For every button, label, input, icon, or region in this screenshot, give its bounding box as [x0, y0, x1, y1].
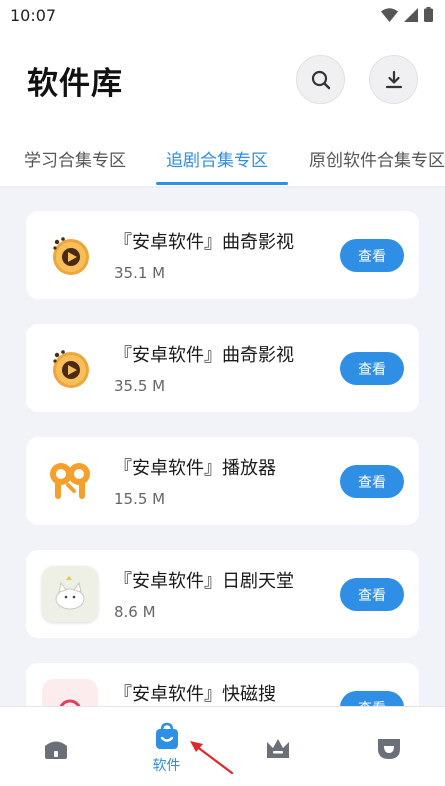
search-icon: [311, 70, 330, 89]
status-bar: 10:07: [0, 0, 445, 30]
app-list: 『安卓软件』曲奇影视 35.1 M 查看 『安卓软件』曲奇影视 35.5 M 查…: [0, 188, 445, 706]
app-title: 『安卓软件』曲奇影视: [114, 345, 294, 366]
tab-drama[interactable]: 追剧合集专区: [166, 146, 268, 171]
app-card[interactable]: 『安卓软件』曲奇影视 35.1 M 查看: [26, 211, 419, 299]
download-icon: [385, 70, 402, 88]
app-card[interactable]: 『安卓软件』日剧天堂 8.6 M 查看: [26, 550, 419, 638]
app-icon: [42, 227, 98, 283]
category-tabs: 学习合集专区 追剧合集专区 原创软件合集专区: [0, 130, 445, 188]
badge-icon: [377, 739, 400, 759]
view-button[interactable]: 查看: [340, 239, 404, 272]
app-title: 『安卓软件』日剧天堂: [114, 571, 294, 592]
app-icon: [42, 566, 98, 622]
nav-home[interactable]: [0, 707, 111, 786]
cookie-play-icon: [53, 237, 89, 275]
app-icon: [42, 340, 98, 396]
app-icon: [42, 679, 98, 706]
nav-profile[interactable]: [333, 707, 444, 786]
player-icon: [50, 463, 90, 499]
app-title: 『安卓软件』播放器: [114, 458, 276, 479]
app-title: 『安卓软件』快磁搜: [114, 684, 276, 705]
tab-study[interactable]: 学习合集专区: [24, 146, 126, 171]
tab-original[interactable]: 原创软件合集专区: [309, 146, 445, 171]
app-size: 35.5 M: [114, 377, 166, 395]
view-button[interactable]: 查看: [340, 578, 404, 611]
app-size: 35.1 M: [114, 264, 166, 282]
magnet-search-icon: [59, 699, 81, 706]
app-title: 『安卓软件』曲奇影视: [114, 232, 294, 253]
battery-icon: [424, 7, 433, 22]
annotation-arrow-icon: [190, 741, 234, 775]
status-time: 10:07: [10, 6, 57, 25]
active-tab-indicator: [156, 182, 288, 185]
crown-icon: [266, 739, 289, 758]
view-button[interactable]: 查看: [340, 465, 404, 498]
signal-icon: [404, 7, 418, 22]
page-title: 软件库: [27, 66, 123, 102]
nav-vip[interactable]: [222, 707, 333, 786]
nav-software-label: 软件: [152, 758, 181, 774]
search-button[interactable]: [296, 55, 345, 104]
app-icon: [42, 453, 98, 509]
app-size: 8.6 M: [114, 603, 156, 621]
app-card[interactable]: 『安卓软件』快磁搜 查看: [26, 663, 419, 706]
cat-icon: [55, 576, 85, 610]
app-size: 15.5 M: [114, 490, 166, 508]
app-card[interactable]: 『安卓软件』播放器 15.5 M 查看: [26, 437, 419, 525]
download-button[interactable]: [369, 55, 418, 104]
app-card[interactable]: 『安卓软件』曲奇影视 35.5 M 查看: [26, 324, 419, 412]
shopping-bag-icon: [155, 722, 178, 749]
view-button[interactable]: 查看: [340, 691, 404, 706]
wifi-icon: [381, 7, 398, 22]
status-icons: [381, 7, 433, 22]
cookie-play-icon: [53, 350, 89, 388]
home-icon: [44, 741, 67, 759]
view-button[interactable]: 查看: [340, 352, 404, 385]
